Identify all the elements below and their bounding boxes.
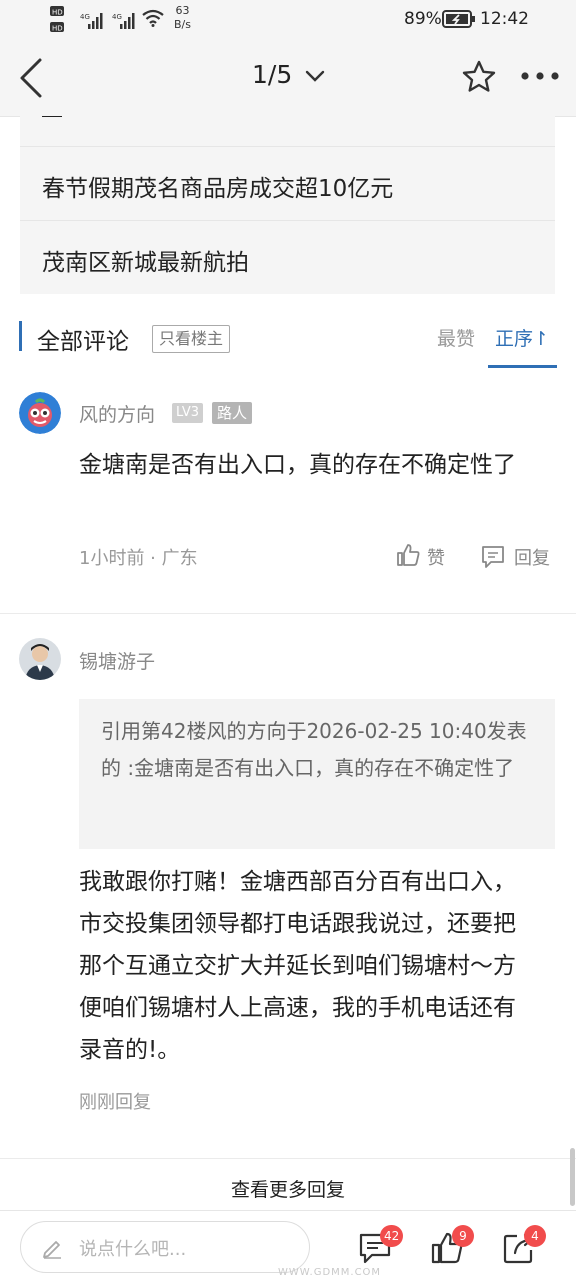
more-icon[interactable] (520, 70, 560, 82)
watermark: WWW.GDMM.COM (278, 1267, 382, 1278)
battery-percent: 89% (404, 9, 442, 29)
chevron-down-icon[interactable] (305, 69, 325, 83)
avatar[interactable] (19, 392, 61, 434)
svg-text:HD: HD (52, 9, 63, 17)
comment-input-placeholder: 说点什么吧... (79, 1239, 187, 1260)
quoted-comment: 引用第42楼风的方向于2026-02-25 10:40发表的 :金塘南是否有出入… (79, 699, 555, 849)
sort-order-tab[interactable]: 正序↾ (495, 324, 549, 351)
reply-icon[interactable] (480, 544, 506, 570)
related-articles: 春节假期茂名商品房成交超10亿元 茂南区新城最新航拍 (20, 116, 555, 294)
share-count-badge: 4 (524, 1225, 546, 1247)
level-badge: LV3 (172, 403, 203, 423)
more-replies-label: 查看更多回复 (230, 1179, 345, 1201)
comment-text: 金塘南是否有出入口，真的存在不确定性了 (79, 452, 516, 478)
comment-input[interactable]: 说点什么吧... (20, 1221, 310, 1273)
comment-item: 锡塘游子 引用第42楼风的方向于2026-02-25 10:40发表的 :金塘南… (0, 614, 576, 1154)
comments-title: 全部评论 (37, 329, 129, 355)
clock: 12:42 (480, 9, 529, 29)
comment-meta: 1小时前 · 广东 (79, 548, 198, 569)
thumbs-up-icon[interactable] (395, 542, 421, 568)
comment-count-badge: 42 (380, 1225, 404, 1247)
sort-hot-tab[interactable]: 最赞 (437, 324, 475, 351)
related-article-item[interactable]: 茂南区新城最新航拍 (20, 220, 555, 294)
comment-item: 风的方向 LV3 路人 金塘南是否有出入口，真的存在不确定性了 1小时前 · 广… (0, 372, 576, 612)
page-indicator[interactable]: 1/5 (252, 60, 292, 89)
star-icon[interactable] (461, 59, 497, 95)
avatar-image (19, 638, 61, 680)
nav-bar: 1/5 (0, 40, 576, 117)
svg-text:HD: HD (52, 25, 63, 33)
pencil-icon (43, 1241, 61, 1259)
active-tab-underline (488, 365, 557, 368)
reply-button[interactable]: 回复 (514, 544, 550, 570)
bottom-bar: 说点什么吧... 42 9 4 WWW.GDMM.COM (0, 1210, 576, 1281)
like-count-badge: 9 (452, 1225, 474, 1247)
wifi-icon (142, 9, 164, 27)
back-icon[interactable] (14, 56, 48, 100)
battery-icon (442, 10, 475, 28)
svg-text:4G: 4G (80, 13, 90, 21)
related-article-item[interactable]: 春节假期茂名商品房成交超10亿元 (20, 146, 555, 221)
quoted-text: 引用第42楼风的方向于2026-02-25 10:40发表的 :金塘南是否有出入… (101, 719, 527, 780)
comment-meta: 刚刚回复 (79, 1092, 151, 1113)
more-replies-button[interactable]: 查看更多回复 (0, 1159, 576, 1209)
comment-username[interactable]: 锡塘游子 (79, 647, 155, 674)
like-button[interactable]: 赞 (427, 544, 445, 570)
related-article-title: 茂南区新城最新航拍 (42, 250, 249, 276)
avatar[interactable] (19, 638, 61, 680)
page-indicator-label: 1/5 (252, 60, 293, 89)
user-tag-badge: 路人 (212, 402, 253, 424)
net-speed: 63 B/s (174, 4, 191, 31)
comment-username[interactable]: 风的方向 (79, 400, 155, 427)
related-article-title: 春节假期茂名商品房成交超10亿元 (42, 176, 394, 202)
cut-off-item (42, 116, 62, 117)
section-marker (19, 321, 22, 351)
comment-text: 我敢跟你打赌！金塘西部百分百有出口入，市交投集团领导都打电话跟我说过，还要把那个… (79, 869, 516, 1063)
avatar-image (19, 392, 61, 434)
only-op-button[interactable]: 只看楼主 (152, 325, 231, 353)
status-bar: HD HD 4G 4G 63 B/s 89% 12:42 (0, 0, 576, 40)
only-op-label: 只看楼主 (159, 329, 224, 348)
svg-text:4G: 4G (112, 13, 122, 21)
scrollbar[interactable] (570, 1148, 575, 1206)
